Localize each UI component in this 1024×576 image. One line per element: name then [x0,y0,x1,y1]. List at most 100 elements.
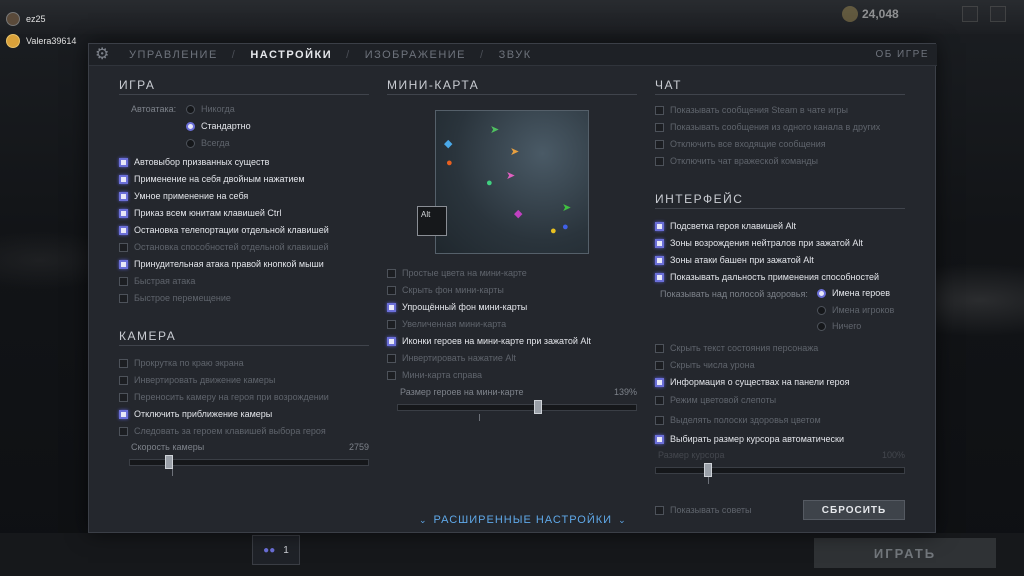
checkbox[interactable] [119,157,128,167]
checkbox[interactable] [119,293,128,303]
option-game-7[interactable]: Быстрая атака [119,276,195,286]
autoattack-standard[interactable]: Стандартно [186,121,251,131]
option-interface-6[interactable]: Информация о существах на панели героя [655,377,850,387]
party-button[interactable]: ●● 1 [252,535,300,565]
about-link[interactable]: ОБ ИГРЕ [875,49,929,60]
camera-speed-slider[interactable] [129,455,369,469]
checkbox[interactable] [119,276,128,286]
checkbox[interactable] [655,255,664,265]
checkbox[interactable] [655,105,664,115]
hero-size-slider[interactable] [397,400,637,414]
option-game-5[interactable]: Остановка способностей отдельной клавише… [119,242,328,252]
checkbox[interactable] [655,272,664,282]
checkbox[interactable] [119,208,128,218]
checkbox[interactable] [119,375,128,385]
radio-button[interactable] [186,104,195,114]
option-minimap-3[interactable]: Увеличенная мини-карта [387,319,506,329]
checkbox[interactable] [387,285,396,295]
option-interface-1[interactable]: Зоны возрождения нейтралов при зажатой A… [655,238,863,248]
slider-handle[interactable] [704,463,712,477]
option-minimap-4[interactable]: Иконки героев на мини-карте при зажатой … [387,336,591,346]
healthbar-hero-names[interactable]: Имена героев [817,288,890,298]
play-button[interactable]: ИГРАТЬ [814,538,996,568]
option-interface-3[interactable]: Показывать дальность применения способно… [655,272,879,282]
checkbox[interactable] [387,353,396,363]
checkbox[interactable] [119,358,128,368]
option-minimap-5[interactable]: Инвертировать нажатие Alt [387,353,516,363]
option-game-8[interactable]: Быстрое перемещение [119,293,231,303]
option-interface-4[interactable]: Скрыть текст состояния персонажа [655,343,818,353]
option-minimap-6[interactable]: Мини-карта справа [387,370,482,380]
checkbox[interactable] [655,434,664,444]
checkbox[interactable] [119,409,128,419]
option-interface-7[interactable]: Режим цветовой слепоты [655,395,776,405]
tab-settings[interactable]: НАСТРОЙКИ [250,49,332,61]
option-game-4[interactable]: Остановка телепортации отдельной клавише… [119,225,329,235]
checkbox[interactable] [119,225,128,235]
friend-item[interactable]: ez25 [6,8,86,30]
checkbox[interactable] [655,238,664,248]
minimize-button[interactable] [962,6,978,22]
option-chat-0[interactable]: Показывать сообщения Steam в чате игры [655,105,848,115]
option-chat-2[interactable]: Отключить все входящие сообщения [655,139,826,149]
checkbox[interactable] [655,415,664,425]
option-chat-3[interactable]: Отключить чат вражеской команды [655,156,818,166]
tab-video[interactable]: ИЗОБРАЖЕНИЕ [365,49,466,61]
slider-handle[interactable] [534,400,542,414]
cursor-size-slider[interactable] [655,463,905,477]
option-minimap-0[interactable]: Простые цвета на мини-карте [387,268,527,278]
radio-button[interactable] [817,321,826,331]
healthbar-player-names[interactable]: Имена игроков [817,305,894,315]
healthbar-nothing[interactable]: Ничего [817,321,861,331]
option-interface-5[interactable]: Скрыть числа урона [655,360,755,370]
option-game-0[interactable]: Автовыбор призванных существ [119,157,269,167]
option-camera-3[interactable]: Отключить приближение камеры [119,409,272,419]
option-camera-1[interactable]: Инвертировать движение камеры [119,375,275,385]
checkbox[interactable] [119,174,128,184]
option-interface-0[interactable]: Подсветка героя клавишей Alt [655,221,796,231]
option-minimap-1[interactable]: Скрыть фон мини-карты [387,285,504,295]
checkbox[interactable] [655,221,664,231]
checkbox[interactable] [387,268,396,278]
checkbox[interactable] [387,302,396,312]
checkbox[interactable] [387,336,396,346]
option-show-tips[interactable]: Показывать советы [655,505,752,515]
checkbox[interactable] [387,370,396,380]
checkbox[interactable] [119,392,128,402]
checkbox[interactable] [119,426,128,436]
option-minimap-2[interactable]: Упрощённый фон мини-карты [387,302,527,312]
radio-button[interactable] [817,305,826,315]
checkbox[interactable] [387,319,396,329]
checkbox[interactable] [119,259,128,269]
option-camera-2[interactable]: Переносить камеру на героя при возрожден… [119,392,329,402]
radio-button[interactable] [186,121,195,131]
option-chat-1[interactable]: Показывать сообщения из одного канала в … [655,122,880,132]
close-button[interactable] [990,6,1006,22]
tab-sound[interactable]: ЗВУК [499,49,532,61]
slider-handle[interactable] [165,455,173,469]
checkbox[interactable] [655,156,664,166]
option-game-2[interactable]: Умное применение на себя [119,191,248,201]
autoattack-always[interactable]: Всегда [186,138,230,148]
checkbox[interactable] [655,505,664,515]
option-game-6[interactable]: Принудительная атака правой кнопкой мыши [119,259,324,269]
tab-controls[interactable]: УПРАВЛЕНИЕ [129,49,218,61]
reset-button[interactable]: СБРОСИТЬ [803,500,905,520]
option-interface-2[interactable]: Зоны атаки башен при зажатой Alt [655,255,814,265]
option-interface-8[interactable]: Выделять полоски здоровья цветом [655,415,821,425]
checkbox[interactable] [655,360,664,370]
checkbox[interactable] [655,139,664,149]
checkbox[interactable] [119,191,128,201]
option-camera-4[interactable]: Следовать за героем клавишей выбора геро… [119,426,326,436]
radio-button[interactable] [817,288,826,298]
option-game-3[interactable]: Приказ всем юнитам клавишей Ctrl [119,208,281,218]
option-camera-0[interactable]: Прокрутка по краю экрана [119,358,244,368]
checkbox[interactable] [655,395,664,405]
option-interface-9[interactable]: Выбирать размер курсора автоматически [655,434,844,444]
option-game-1[interactable]: Применение на себя двойным нажатием [119,174,305,184]
radio-button[interactable] [186,138,195,148]
advanced-settings-link[interactable]: ⌄ РАСШИРЕННЫЕ НАСТРОЙКИ ⌄ [419,514,627,526]
checkbox[interactable] [119,242,128,252]
checkbox[interactable] [655,377,664,387]
autoattack-never[interactable]: Никогда [186,104,235,114]
